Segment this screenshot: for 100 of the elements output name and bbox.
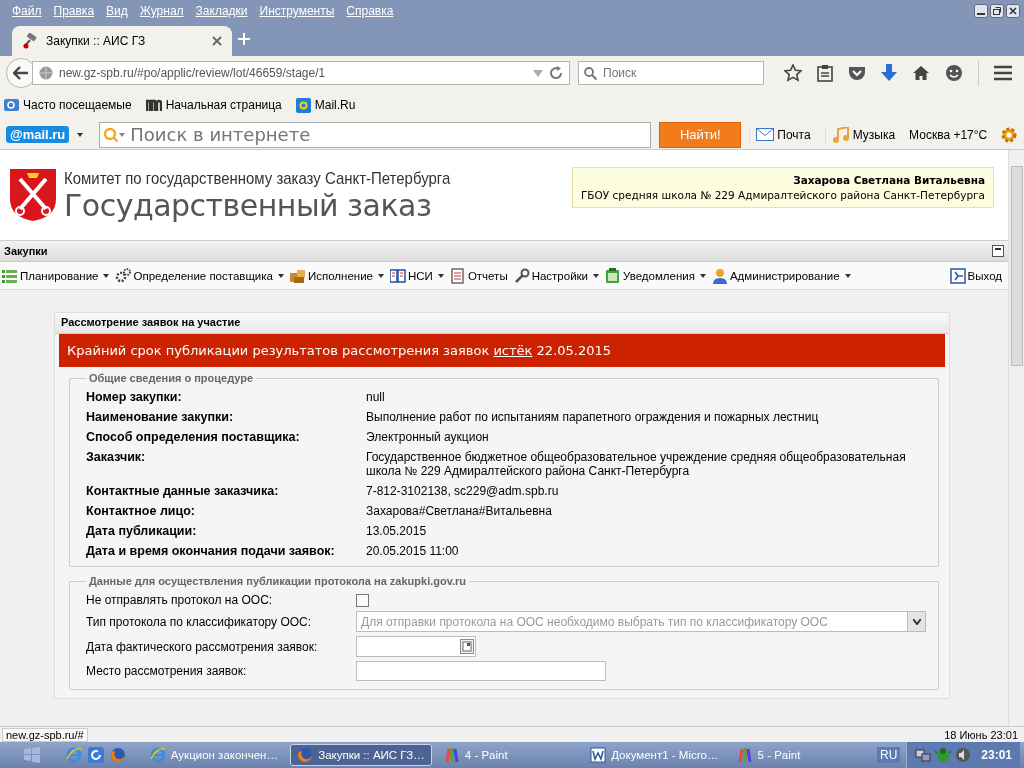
menu-icon[interactable] (994, 65, 1012, 81)
search-field[interactable]: Поиск (578, 61, 764, 85)
expired-link[interactable]: истёк (493, 343, 533, 358)
menu-item[interactable]: Определение поставщика (115, 267, 284, 284)
close-icon[interactable] (212, 36, 222, 46)
dropdown-arrow-icon[interactable] (77, 132, 84, 137)
mail-link[interactable]: Почта (749, 127, 817, 142)
reload-icon[interactable] (549, 66, 563, 80)
scrollbar[interactable] (1008, 150, 1024, 726)
close-icon[interactable] (1006, 4, 1020, 18)
taskbar-button[interactable]: Аукцион закончен… (143, 744, 285, 766)
status-url: new.gz-spb.ru/# (2, 727, 88, 742)
language-indicator[interactable]: RU (876, 747, 901, 763)
bookmark-link[interactable]: Mail.Ru (295, 97, 356, 113)
smiley-icon[interactable] (945, 64, 963, 82)
date-field[interactable] (356, 636, 476, 657)
music-note-icon (831, 126, 850, 143)
calendar-icon[interactable] (460, 639, 474, 654)
user-icon (711, 267, 728, 284)
text-field[interactable] (356, 661, 606, 681)
caret-icon (278, 273, 284, 278)
restore-icon[interactable] (990, 4, 1004, 18)
taskbar-button[interactable]: 4 - Paint (437, 744, 579, 766)
menu-item[interactable]: Инструменты (253, 4, 341, 18)
exit-door-icon (949, 267, 966, 284)
download-arrow-icon[interactable] (881, 64, 897, 82)
speaker-icon[interactable] (955, 747, 972, 763)
field-label: Контактные данные заказчика: (86, 484, 280, 498)
book-icon (390, 267, 406, 284)
menu-item[interactable]: Справка (340, 4, 400, 18)
menu-item[interactable]: Настройки (513, 267, 600, 284)
collapse-icon[interactable] (992, 245, 1004, 257)
network-icon[interactable] (915, 747, 932, 763)
caret-icon (593, 273, 600, 278)
browser-e-icon (65, 747, 82, 763)
refresh-page-icon[interactable] (87, 747, 104, 763)
menu-item[interactable]: Администрирование (711, 267, 851, 284)
menu-item[interactable]: Файл (6, 4, 48, 18)
gears-icon (115, 267, 132, 284)
menu-item[interactable]: Журнал (133, 4, 190, 18)
web-search-field[interactable]: Поиск в интернете (99, 121, 652, 148)
caret-icon (378, 273, 384, 278)
field-value: Захарова#Светлана#Витальевна (366, 504, 553, 518)
logout-button[interactable]: Выход (949, 267, 1002, 284)
field-label: Тип протокола по классификатору ООС: (86, 614, 313, 629)
menu-item[interactable]: Планирование (2, 267, 110, 284)
caret-icon (844, 273, 851, 278)
bookmark-link[interactable]: Часто посещаемые (4, 98, 132, 112)
gear-icon[interactable] (1000, 125, 1018, 144)
deadline-alert: Крайний срок публикации результатов рассмотрения заявок истёк 22.05.2015 (59, 334, 945, 367)
folder-icon (4, 98, 19, 112)
panel-title: Рассмотрение заявок на участие (55, 313, 949, 334)
menu-item[interactable]: Уведомления (605, 267, 706, 284)
taskbar-button[interactable]: Документ1 - Micro… (584, 744, 725, 766)
field-value: 13.05.2015 (366, 524, 428, 538)
menu-item[interactable]: Правка (47, 4, 101, 18)
coat-of-arms-icon (8, 167, 58, 223)
field-label: Дата публикации: (86, 524, 198, 538)
taskbar-button[interactable]: 5 - Paint (730, 744, 871, 766)
caret-icon (437, 273, 444, 278)
menu-item[interactable]: Исполнение (290, 267, 384, 284)
menu-item[interactable]: Вид (100, 4, 134, 18)
document-icon (449, 267, 466, 284)
taskbar-button[interactable]: Закупки :: АИС ГЗ… (290, 744, 432, 766)
menu-item[interactable]: Отчеты (449, 267, 508, 284)
home-icon[interactable] (912, 65, 930, 81)
address-bar[interactable]: new.gz-spb.ru/#po/applic/review/lot/46659/stage/1 (32, 61, 570, 85)
caret-icon (699, 273, 706, 278)
globe-icon (39, 66, 53, 80)
notepad-icon (605, 267, 622, 284)
fox-globe-icon (297, 747, 314, 763)
clipboard-icon[interactable] (817, 64, 833, 82)
plus-icon[interactable] (238, 33, 250, 45)
bookmark-link[interactable]: Начальная страница (145, 98, 282, 112)
boxes-icon (290, 267, 306, 284)
minimize-icon[interactable] (974, 4, 988, 18)
fox-globe-icon (109, 747, 126, 763)
field-label: Способ определения поставщика: (86, 430, 301, 444)
letter-m-icon (145, 98, 162, 112)
field-value: Выполнение работ по испытаниям парапетного ограждения и пожарных лестниц (366, 410, 820, 424)
field-label: Дата и время окончания подачи заявок: (86, 544, 336, 558)
magnifier-icon[interactable] (103, 126, 126, 143)
field-label: Наименование закупки: (86, 410, 235, 424)
browser-tab[interactable]: Закупки :: АИС ГЗ (12, 26, 232, 56)
checkbox[interactable] (356, 593, 369, 607)
clock: 23:01 (981, 748, 1012, 762)
arrow-left-icon (13, 66, 29, 80)
field-value: 7-812-3102138, sc229@adm.spb.ru (366, 484, 560, 498)
search-icon (584, 67, 597, 80)
paintbrushes-icon (443, 747, 460, 763)
scrollbar-thumb[interactable] (1010, 166, 1023, 366)
menu-item[interactable]: Закладки (189, 4, 254, 18)
weather-text: Москва +17°С (909, 127, 988, 142)
menu-item[interactable]: НСИ (390, 267, 444, 284)
music-link[interactable]: Музыка (824, 126, 902, 143)
field-label: Номер закупки: (86, 390, 183, 404)
mailru-logo[interactable]: @mail.ru (6, 126, 70, 143)
pocket-icon[interactable] (848, 65, 866, 81)
organization-name: Комитет по государственному заказу Санкт-Петербурга (64, 168, 451, 189)
star-icon[interactable] (784, 64, 802, 82)
